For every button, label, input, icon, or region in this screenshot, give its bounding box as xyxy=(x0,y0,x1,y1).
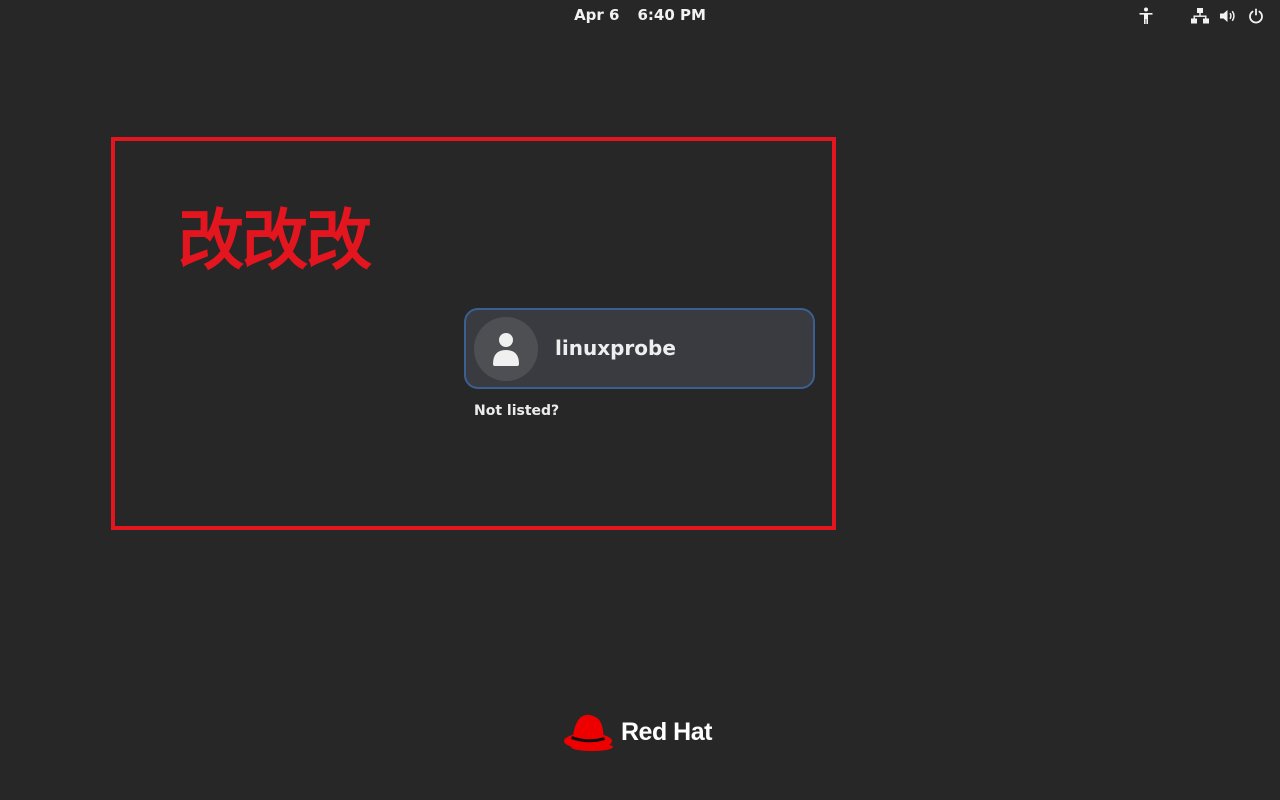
clock-date: Apr 6 xyxy=(574,6,620,24)
brand-logo: Red Hat xyxy=(563,710,712,754)
accessibility-icon[interactable] xyxy=(1136,6,1156,26)
top-bar: Apr 6 6:40 PM xyxy=(0,0,1280,32)
user-name: linuxprobe xyxy=(555,336,676,360)
login-screen: Apr 6 6:40 PM 改改改 linuxprobe Not listed?… xyxy=(0,0,1280,800)
brand-name: Red Hat xyxy=(621,717,712,746)
red-hat-logo-icon xyxy=(564,714,613,751)
annotation-label: 改改改 xyxy=(178,202,372,279)
user-list-item[interactable]: linuxprobe xyxy=(464,308,815,389)
clock-time: 6:40 PM xyxy=(637,6,706,24)
power-icon[interactable] xyxy=(1246,6,1266,26)
network-wired-icon[interactable] xyxy=(1190,6,1210,26)
volume-icon[interactable] xyxy=(1218,6,1238,26)
clock[interactable]: Apr 6 6:40 PM xyxy=(0,6,1280,24)
user-avatar-icon xyxy=(474,317,538,381)
not-listed-link[interactable]: Not listed? xyxy=(474,403,559,419)
